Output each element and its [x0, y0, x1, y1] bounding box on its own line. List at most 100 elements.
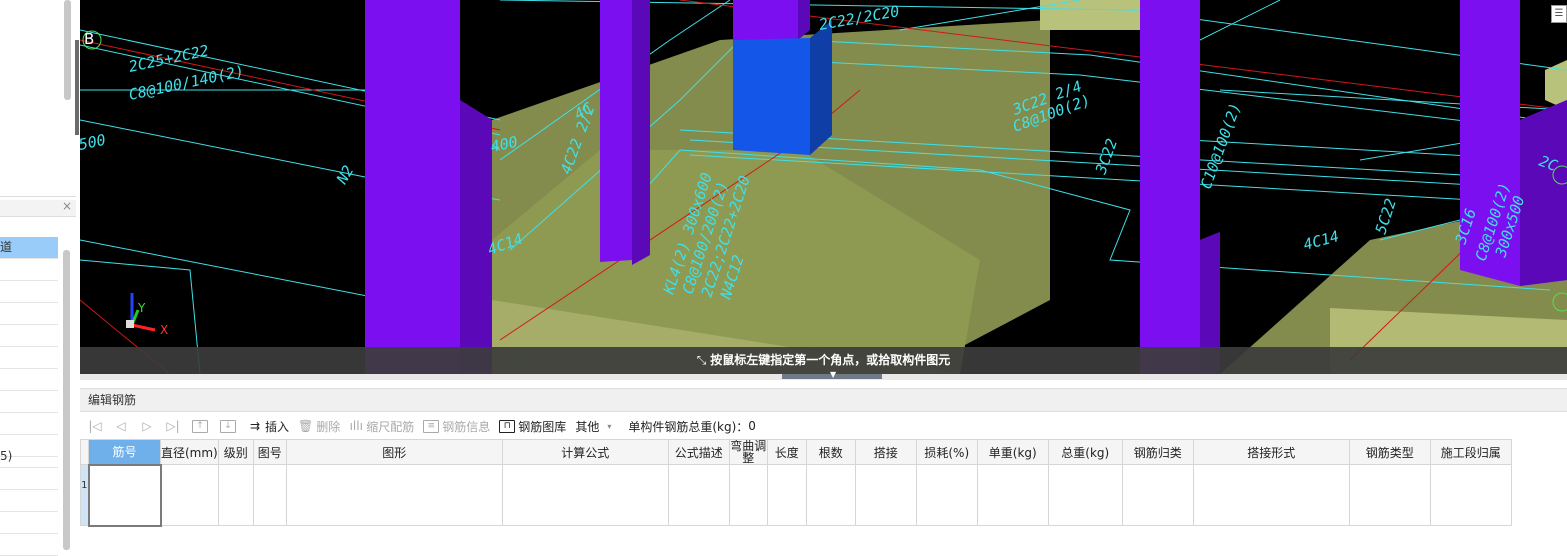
column-top[interactable] — [733, 0, 798, 40]
column-header[interactable]: 长度 — [766, 439, 807, 465]
list-item-label: 道 — [0, 240, 13, 254]
table-cell[interactable] — [217, 464, 254, 526]
left-top-scrollbar[interactable] — [64, 0, 71, 100]
left-list-scrollbar[interactable] — [63, 250, 70, 550]
table-cell[interactable] — [1429, 464, 1512, 526]
column-selected-side[interactable] — [810, 20, 832, 155]
column-header[interactable]: 级别 — [217, 439, 254, 465]
rebar-info-label: 钢筋信息 — [442, 419, 491, 434]
list-item[interactable] — [0, 259, 58, 281]
table-cell[interactable] — [1192, 464, 1350, 526]
model-canvas[interactable]: 2C25+2C22 C8@100/140(2) 500 400 4C 4C22 … — [80, 0, 1567, 374]
table-cell[interactable] — [285, 464, 503, 526]
prev-icon: ◁ — [116, 419, 126, 433]
column-top-side[interactable] — [798, 0, 810, 40]
table-cell[interactable] — [915, 464, 978, 526]
status-message: 按鼠标左键指定第一个角点，或拾取构件图元 — [710, 353, 951, 367]
other-dropdown[interactable]: 其他 ▾ — [575, 418, 619, 435]
list-item[interactable] — [0, 369, 58, 391]
list-item[interactable] — [0, 468, 58, 490]
table-cell[interactable] — [1348, 464, 1431, 526]
table-cell[interactable] — [667, 464, 730, 526]
table-cell[interactable] — [160, 464, 219, 526]
next-record-button[interactable]: ▷ — [140, 419, 157, 433]
column-header[interactable]: 公式描述 — [667, 439, 730, 465]
list-item[interactable] — [0, 325, 58, 347]
column-selected[interactable] — [733, 38, 810, 155]
rebar-label: 3C22 — [1092, 136, 1122, 177]
column-header[interactable]: 筋号 — [88, 439, 161, 465]
move-up-button[interactable]: ↑ — [192, 419, 211, 433]
list-item[interactable] — [0, 347, 58, 369]
list-item[interactable]: 道 — [0, 237, 58, 259]
list-item[interactable] — [0, 512, 58, 534]
list-item[interactable] — [0, 303, 58, 325]
delete-button[interactable]: 🗑 删除 — [298, 418, 340, 435]
column-far-right-side[interactable] — [1520, 100, 1567, 286]
table-row[interactable]: 1 — [80, 463, 1512, 527]
first-icon: |◁ — [88, 419, 102, 433]
column-header[interactable]: 图号 — [252, 439, 287, 465]
last-record-button[interactable]: ▷| — [166, 419, 183, 433]
rebar-label: 2C22/2C20 — [818, 2, 901, 34]
view-cube-icon[interactable]: ☰ — [1551, 5, 1567, 23]
table-cell[interactable] — [1121, 464, 1194, 526]
list-item[interactable] — [0, 490, 58, 512]
column-header[interactable]: 直径(mm) — [160, 439, 219, 465]
panel-title: 编辑钢筋 — [80, 388, 1567, 412]
insert-button[interactable]: ⇉ 插入 — [248, 418, 289, 435]
collapse-arrows-icon: ⤡ — [696, 353, 707, 367]
table-cell[interactable] — [1047, 464, 1123, 526]
column-header[interactable]: 计算公式 — [501, 439, 669, 465]
rebar-label: 4C14 — [1301, 227, 1341, 254]
close-icon[interactable]: × — [62, 199, 72, 213]
column-left-side[interactable] — [460, 100, 492, 374]
column-header[interactable]: 图形 — [285, 439, 503, 465]
column-mid-side[interactable] — [632, 0, 650, 265]
rebar-library-label: 钢筋图库 — [518, 419, 567, 434]
column-header[interactable]: 搭接形式 — [1192, 439, 1350, 465]
panel-splitter-handle[interactable] — [75, 40, 79, 135]
rebar-info-button[interactable]: ≡ 钢筋信息 — [423, 418, 490, 435]
3d-viewport[interactable]: 2C25+2C22 C8@100/140(2) 500 400 4C 4C22 … — [80, 0, 1567, 374]
next-icon: ▷ — [142, 419, 152, 433]
column-mid[interactable] — [600, 0, 632, 262]
table-cell[interactable] — [728, 464, 768, 526]
prev-record-button[interactable]: ◁ — [114, 419, 131, 433]
table-cell[interactable] — [976, 464, 1049, 526]
table-cell[interactable] — [766, 464, 807, 526]
editor-toolbar: |◁ ◁ ▷ ▷| ↑ ↓ ⇉ 插入 🗑 删除 ıllı 缩尺配筋 ≡ 钢筋信息 ⊓ 钢筋… — [80, 414, 1567, 438]
table-cell[interactable] — [501, 464, 669, 526]
list-item[interactable]: 5) — [0, 446, 58, 468]
left-list-header: × — [0, 199, 76, 217]
left-panel: × 道 5) — [0, 0, 81, 556]
list-item[interactable] — [0, 281, 58, 303]
column-header[interactable]: 总重(kg) — [1047, 439, 1123, 465]
trash-icon: 🗑 — [298, 419, 314, 433]
chevron-down-icon[interactable]: ▼ — [830, 370, 836, 379]
list-item[interactable] — [0, 413, 58, 435]
list-item[interactable] — [0, 534, 58, 556]
column-header[interactable]: 施工段归属 — [1429, 439, 1512, 465]
rebar-editor-panel: 编辑钢筋 |◁ ◁ ▷ ▷| ↑ ↓ ⇉ 插入 🗑 删除 ıllı 缩尺配筋 ≡ 钢筋信… — [80, 380, 1567, 555]
column-header[interactable]: 根数 — [805, 439, 856, 465]
list-item[interactable] — [0, 391, 58, 413]
column-header[interactable]: 钢筋归类 — [1121, 439, 1194, 465]
rebar-label: 500 — [80, 131, 107, 154]
column-header[interactable]: 钢筋类型 — [1348, 439, 1431, 465]
rebar-library-button[interactable]: ⊓ 钢筋图库 — [499, 418, 566, 435]
caret-down-icon: ▾ — [607, 421, 612, 431]
first-record-button[interactable]: |◁ — [88, 419, 105, 433]
table-cell[interactable] — [854, 464, 917, 526]
column-header[interactable]: 损耗(%) — [915, 439, 978, 465]
scale-rebar-button[interactable]: ıllı 缩尺配筋 — [349, 418, 415, 435]
column-header[interactable]: 弯曲调整 — [728, 439, 768, 465]
grid-axis-label: B — [84, 30, 95, 48]
table-cell[interactable] — [805, 464, 856, 526]
column-header[interactable]: 单重(kg) — [976, 439, 1049, 465]
table-cell[interactable] — [252, 464, 287, 526]
rebar-table: 筋号 直径(mm) 级别 图号 图形 计算公式 公式描述 弯曲调整 长度 根数 … — [80, 439, 1512, 527]
table-cell-rebar-no[interactable] — [87, 463, 162, 527]
column-header[interactable]: 搭接 — [854, 439, 917, 465]
move-down-button[interactable]: ↓ — [220, 419, 239, 433]
